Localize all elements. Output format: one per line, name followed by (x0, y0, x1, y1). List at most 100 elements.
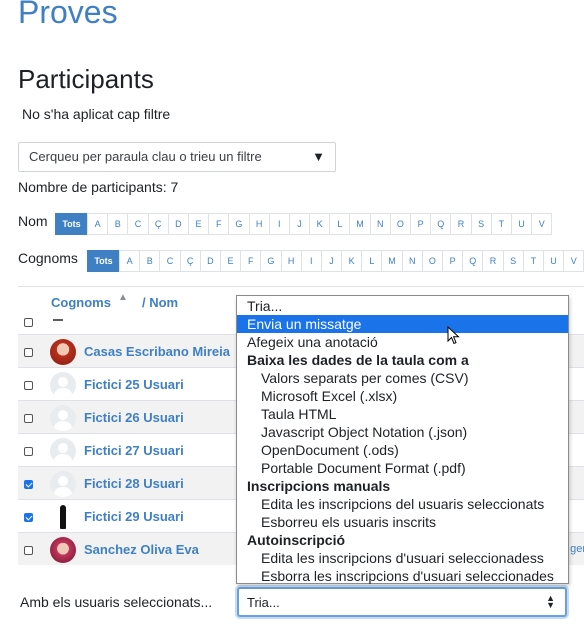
initial-letter-h[interactable]: H (280, 250, 302, 272)
initial-letter-p[interactable]: P (442, 250, 464, 272)
sort-ascending-icon: ▲ (118, 292, 128, 303)
clipped-cell-text: ger (570, 543, 584, 555)
option-ods[interactable]: OpenDocument (.ods) (237, 441, 568, 459)
option-pdf[interactable]: Portable Document Format (.pdf) (237, 459, 568, 477)
row-select-checkbox[interactable] (24, 381, 33, 390)
initial-letter-d[interactable]: D (199, 250, 221, 272)
initial-letter-i[interactable]: I (268, 213, 290, 235)
triangle-down-icon: ▼ (312, 149, 325, 164)
select-all-checkbox[interactable] (24, 318, 33, 327)
initial-all-button[interactable]: Tots (87, 250, 120, 272)
row-select-checkbox[interactable] (24, 480, 33, 489)
initial-letter-k[interactable]: K (341, 250, 363, 272)
option-json[interactable]: Javascript Object Notation (.json) (237, 423, 568, 441)
initial-letter-c[interactable]: C (159, 250, 181, 272)
initial-letter-a[interactable]: A (119, 250, 141, 272)
initial-letter-p[interactable]: P (410, 213, 432, 235)
row-select-checkbox[interactable] (24, 348, 33, 357)
user-name-link[interactable]: Fictici 26 Usuari (84, 410, 184, 425)
filter-select-placeholder: Cerqueu per paraula clau o trieu un filt… (29, 149, 262, 164)
initial-letter-r[interactable]: R (482, 250, 504, 272)
user-name-link[interactable]: Casas Escribano Mireia (84, 344, 230, 359)
initial-letter-e[interactable]: E (219, 250, 242, 272)
minus-icon (53, 319, 63, 321)
option-add-note[interactable]: Afegeix una anotació (237, 333, 568, 351)
row-select-checkbox[interactable] (24, 513, 33, 522)
initial-letter-u[interactable]: U (542, 250, 565, 272)
initial-letter-k[interactable]: K (309, 213, 331, 235)
initial-letter-v[interactable]: V (531, 213, 553, 235)
initial-letter-h[interactable]: H (248, 213, 270, 235)
initial-letter-g[interactable]: G (260, 250, 282, 272)
initial-letter-u[interactable]: U (510, 213, 533, 235)
initial-letter-t[interactable]: T (522, 250, 544, 272)
initial-letter-f[interactable]: F (240, 250, 262, 272)
user-name-link[interactable]: Fictici 29 Usuari (84, 509, 184, 524)
avatar (50, 339, 76, 365)
option-csv[interactable]: Valors separats per comes (CSV) (237, 369, 568, 387)
initial-letter-ç[interactable]: Ç (147, 213, 169, 235)
filter-status: No s'ha aplicat cap filtre (22, 106, 171, 122)
avatar (50, 537, 76, 563)
first-name-letter-list: Tots ABCÇDEFGHIJKLMNOPQRSTUV (55, 213, 553, 235)
initial-letter-ç[interactable]: Ç (179, 250, 201, 272)
initial-letter-j[interactable]: J (320, 250, 343, 272)
last-name-letter-list: Tots ABCÇDEFGHIJKLMNOPQRSTUV (87, 250, 584, 272)
first-name-initials-label: Nom (18, 213, 48, 229)
initial-letter-m[interactable]: M (349, 213, 371, 235)
bulk-action-select[interactable]: Tria... ▲ ▼ (237, 587, 567, 617)
initial-letter-r[interactable]: R (450, 213, 472, 235)
option-self-delete[interactable]: Esborra les inscripcions d'usuari selecc… (237, 567, 568, 585)
user-name-link[interactable]: Fictici 25 Usuari (84, 377, 184, 392)
sort-surname-link[interactable]: Cognoms (51, 295, 111, 310)
optgroup-download: Baixa les dades de la taula com a (247, 352, 469, 368)
page-title: Participants (18, 64, 154, 94)
initial-letter-l[interactable]: L (329, 213, 351, 235)
initial-letter-e[interactable]: E (187, 213, 210, 235)
initial-letter-a[interactable]: A (87, 213, 109, 235)
option-xlsx[interactable]: Microsoft Excel (.xlsx) (237, 387, 568, 405)
initial-letter-o[interactable]: O (421, 250, 443, 272)
filter-select[interactable]: Cerqueu per paraula clau o trieu un filt… (18, 142, 336, 172)
last-name-initials-bar: Cognoms Tots ABCÇDEFGHIJKLMNOPQRSTUV (18, 250, 584, 272)
row-select-checkbox[interactable] (24, 447, 33, 456)
initial-letter-s[interactable]: S (470, 213, 492, 235)
row-select-checkbox[interactable] (24, 546, 33, 555)
initial-letter-b[interactable]: B (107, 213, 129, 235)
initial-letter-j[interactable]: J (288, 213, 311, 235)
initial-letter-b[interactable]: B (139, 250, 161, 272)
initial-letter-i[interactable]: I (300, 250, 322, 272)
option-manual-edit[interactable]: Edita les inscripcions del usuaris selec… (237, 495, 568, 513)
initial-letter-m[interactable]: M (381, 250, 403, 272)
option-send-message[interactable]: Envia un missatge (237, 315, 568, 333)
initial-letter-v[interactable]: V (563, 250, 584, 272)
sort-name-link[interactable]: / Nom (142, 295, 178, 310)
user-name-link[interactable]: Sanchez Oliva Eva (84, 542, 199, 557)
bulk-action-dropdown: Tria... Envia un missatge Afegeix una an… (236, 295, 569, 584)
user-name-link[interactable]: Fictici 27 Usuari (84, 443, 184, 458)
option-self-edit[interactable]: Edita les inscripcions d'usuari seleccio… (237, 549, 568, 567)
initial-letter-l[interactable]: L (361, 250, 383, 272)
initial-letter-d[interactable]: D (167, 213, 189, 235)
initial-letter-c[interactable]: C (127, 213, 149, 235)
avatar (50, 438, 76, 464)
option-choose[interactable]: Tria... (237, 297, 568, 315)
initial-letter-o[interactable]: O (389, 213, 411, 235)
avatar (50, 405, 76, 431)
initial-letter-q[interactable]: Q (430, 213, 452, 235)
option-html[interactable]: Taula HTML (237, 405, 568, 423)
initial-letter-q[interactable]: Q (462, 250, 484, 272)
option-manual-delete[interactable]: Esborreu els usuaris inscrits (237, 513, 568, 531)
bulk-action-label: Amb els usuaris seleccionats... (20, 594, 213, 610)
initial-letter-n[interactable]: N (369, 213, 391, 235)
row-select-checkbox[interactable] (24, 414, 33, 423)
initial-letter-n[interactable]: N (401, 250, 423, 272)
initial-all-button[interactable]: Tots (55, 213, 88, 235)
initial-letter-t[interactable]: T (490, 213, 512, 235)
initial-letter-s[interactable]: S (502, 250, 524, 272)
user-name-link[interactable]: Fictici 28 Usuari (84, 476, 184, 491)
optgroup-manual: Inscripcions manuals (247, 478, 391, 494)
initial-letter-f[interactable]: F (208, 213, 230, 235)
last-name-initials-label: Cognoms (18, 250, 78, 266)
initial-letter-g[interactable]: G (228, 213, 250, 235)
